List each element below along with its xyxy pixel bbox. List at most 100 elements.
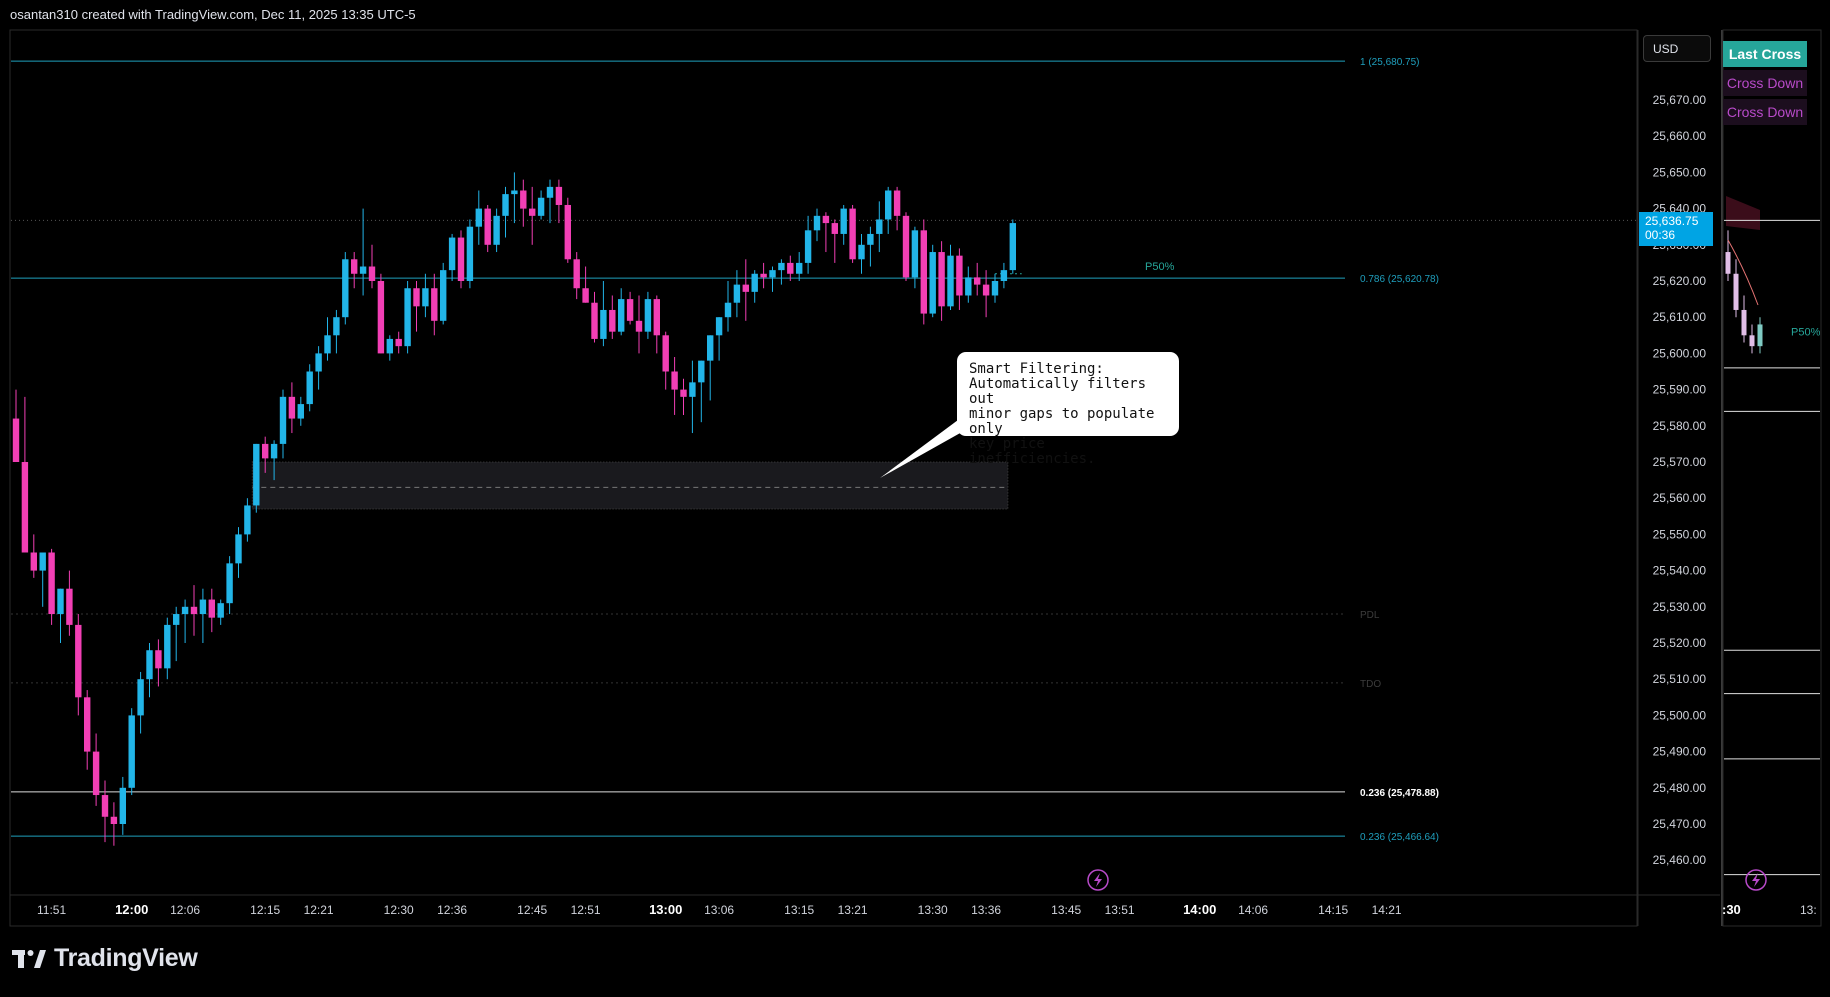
inset-chart: P50%:30 13: — [1722, 196, 1821, 917]
candle-body — [591, 302, 598, 339]
candle-body — [626, 299, 634, 321]
candle-body — [965, 277, 972, 296]
candle-body — [813, 215, 821, 231]
price-tick-label: 25,470.00 — [1653, 817, 1707, 831]
chart-canvas[interactable]: 1 (25,680.75) 0.786 (25,620.78) PDL TDO 0.23… — [0, 0, 1830, 992]
candle-body — [199, 599, 207, 615]
candle-body — [244, 505, 251, 535]
candle-body — [653, 299, 660, 336]
candle-body — [484, 208, 491, 245]
time-tick-label: 13:21 — [838, 903, 868, 917]
candle-body — [938, 252, 945, 307]
level-label: PDL — [1360, 610, 1380, 621]
inset-indicator-line — [1727, 239, 1759, 306]
p50-label: P50% — [1145, 261, 1175, 273]
candle-body — [431, 288, 438, 321]
candle-body — [742, 284, 749, 292]
price-tick-label: 25,510.00 — [1653, 672, 1707, 686]
candle-body — [30, 552, 37, 571]
price-tick-label: 25,650.00 — [1653, 165, 1707, 179]
candle-body — [564, 204, 571, 260]
candle-body — [698, 360, 705, 383]
candle-body — [751, 273, 758, 292]
price-tick-label: 25,490.00 — [1653, 745, 1707, 759]
price-tick-label: 25,590.00 — [1653, 383, 1707, 397]
inset-candle-body — [1733, 273, 1739, 310]
candle-body — [902, 215, 910, 278]
candle-body — [57, 588, 64, 615]
candle-body — [48, 552, 55, 615]
inset-time-label: 13: — [1800, 903, 1817, 917]
inset-candle-body — [1757, 324, 1763, 347]
lightning-icon[interactable] — [1087, 869, 1109, 891]
lightning-icon[interactable] — [1745, 869, 1767, 891]
candle-body — [662, 335, 669, 372]
candle-body — [849, 208, 856, 260]
candle-body — [128, 715, 135, 788]
candle-body — [1009, 223, 1016, 271]
price-tick-label: 25,480.00 — [1653, 781, 1707, 795]
candle-body — [796, 262, 803, 274]
candle-body — [359, 266, 367, 274]
candle-body — [787, 262, 794, 274]
inset-cloud — [1726, 196, 1760, 230]
smart-filtering-callout: Smart Filtering: Automatically filters o… — [957, 352, 1179, 467]
candle-body — [395, 338, 402, 347]
inset-candle-body — [1741, 309, 1747, 336]
candle-body — [137, 679, 144, 716]
candle-body — [39, 552, 46, 571]
price-tick-label: 25,570.00 — [1653, 455, 1707, 469]
candle-body — [644, 299, 652, 332]
candle-body — [974, 277, 981, 285]
price-axis: 25,670.0025,660.0025,650.0025,640.0025,6… — [1653, 93, 1707, 867]
candle-body — [181, 606, 189, 615]
candle-body — [306, 371, 313, 405]
candle-body — [66, 588, 73, 625]
price-tick-label: 25,610.00 — [1653, 310, 1707, 324]
price-tick-label: 25,670.00 — [1653, 93, 1707, 107]
candle-body — [689, 382, 696, 397]
candle-body — [537, 197, 545, 216]
time-tick-label: 13:06 — [704, 903, 734, 917]
candle-body — [164, 624, 171, 669]
currency-button[interactable]: USD — [1643, 35, 1711, 62]
price-tick-label: 25,620.00 — [1653, 274, 1707, 288]
candle-body — [502, 194, 509, 216]
candle-body — [991, 281, 999, 296]
candle-body — [760, 273, 767, 278]
level-label: TDO — [1360, 679, 1381, 690]
time-tick-label: 13:00 — [649, 902, 682, 917]
candle-body — [21, 462, 29, 553]
attribution-header: osantan310 created with TradingView.com,… — [10, 7, 416, 22]
time-tick-label: 13:30 — [918, 903, 948, 917]
candle-body — [733, 284, 741, 303]
price-tick-label: 25,550.00 — [1653, 527, 1707, 541]
time-tick-label: 13:51 — [1105, 903, 1135, 917]
candle-body — [315, 353, 322, 372]
price-tick-label: 25,540.00 — [1653, 564, 1707, 578]
candle-body — [75, 624, 82, 698]
time-tick-label: 13:15 — [784, 903, 814, 917]
candle-body — [173, 614, 180, 625]
candle-body — [724, 302, 732, 318]
candle-body — [520, 190, 527, 209]
candle-body — [155, 650, 162, 669]
candle-body — [804, 230, 812, 263]
time-axis: 11:51 12:00 12:06 12:15 12:21 12:30 12:36 12:45… — [37, 902, 1402, 917]
time-tick-label: 14:15 — [1318, 903, 1348, 917]
candle-body — [1000, 270, 1008, 281]
candle-body — [858, 244, 865, 260]
candle-body — [190, 606, 198, 615]
candle-body — [982, 284, 990, 296]
candle-body — [92, 751, 100, 796]
candle-body — [920, 230, 927, 314]
tradingview-logo[interactable]: TradingView — [12, 944, 198, 973]
candle-body — [635, 320, 643, 332]
inset-candle-body — [1725, 252, 1731, 274]
price-tick-label: 25,500.00 — [1653, 708, 1707, 722]
level-label: 0.786 (25,620.78) — [1360, 274, 1439, 285]
time-tick-label: 12:15 — [250, 903, 280, 917]
candle-body — [368, 266, 376, 281]
price-tick-label: 25,560.00 — [1653, 491, 1707, 505]
candle-body — [840, 208, 847, 234]
